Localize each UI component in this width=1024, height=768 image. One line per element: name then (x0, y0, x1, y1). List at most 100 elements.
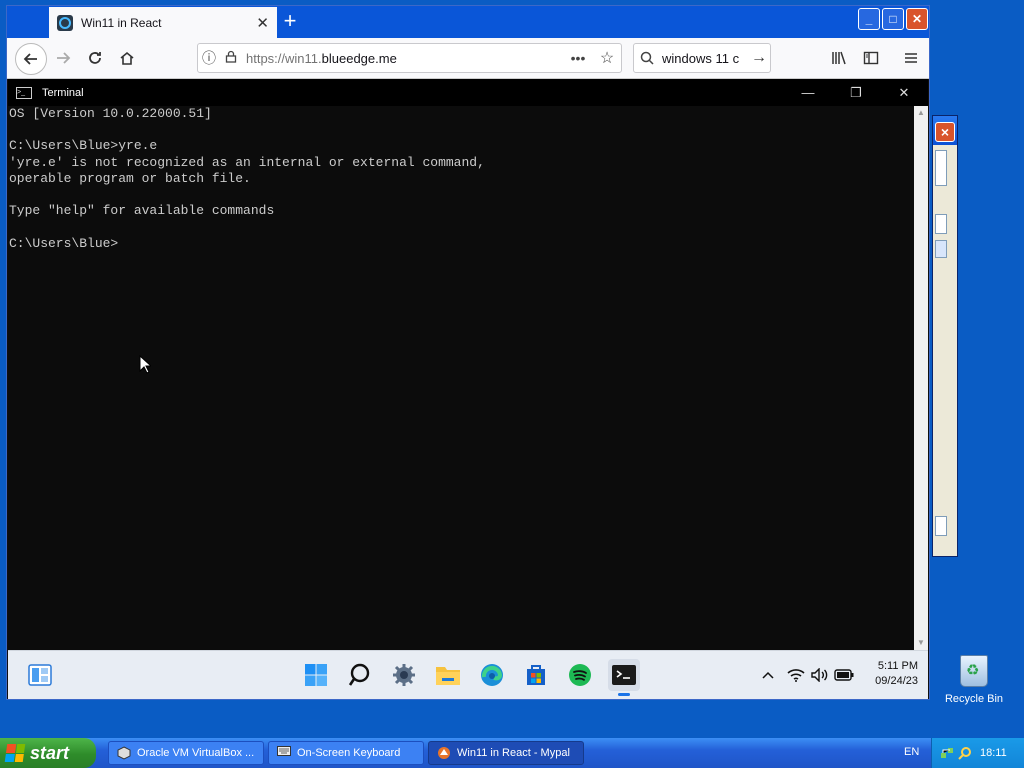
terminal-close-button[interactable]: ✕ (884, 79, 924, 106)
background-window-field[interactable] (935, 516, 947, 536)
taskbar-item-label: On-Screen Keyboard (297, 747, 401, 759)
language-indicator[interactable]: EN (904, 746, 919, 758)
background-window-titlebar: × (933, 116, 957, 145)
win11-date: 09/24/23 (875, 675, 918, 687)
mypal-browser-icon (437, 746, 451, 760)
win11-time: 5:11 PM (877, 660, 918, 672)
minimize-button[interactable]: _ (858, 8, 880, 30)
terminal-line: OS [Version 10.0.22000.51] (9, 106, 212, 121)
spotify-icon[interactable] (564, 659, 596, 691)
search-go-arrow-icon[interactable]: → (748, 49, 770, 67)
terminal-line: 'yre.e' is not recognized as an internal… (9, 154, 485, 170)
lock-icon[interactable] (220, 50, 242, 66)
search-icon[interactable] (344, 659, 376, 691)
window-controls: _ □ ✕ (857, 6, 929, 32)
virtualbox-icon (117, 746, 131, 760)
microsoft-store-icon[interactable] (520, 659, 552, 691)
arrow-right-icon (57, 52, 71, 64)
scroll-down-arrow-icon[interactable]: ▼ (914, 636, 928, 650)
start-windows-icon[interactable] (300, 659, 332, 691)
reload-icon (89, 52, 101, 64)
background-window-select[interactable] (935, 240, 947, 258)
settings-gear-icon[interactable] (388, 659, 420, 691)
search-text[interactable]: windows 11 c (662, 51, 748, 66)
tab-title: Win11 in React (81, 15, 162, 30)
battery-icon[interactable] (828, 659, 860, 691)
browser-tab[interactable]: Win11 in React ✕ (49, 7, 277, 38)
terminal-app-icon[interactable] (608, 659, 640, 696)
page-actions-menu-icon[interactable]: ••• (563, 50, 593, 66)
taskbar-item-label: Win11 in React - Mypal (457, 747, 570, 759)
browser-window: Win11 in React ✕ + _ □ ✕ ⓘ https://win11… (6, 5, 930, 700)
background-window-close-button[interactable]: × (935, 122, 955, 142)
win11-clock[interactable]: 5:11 PM 09/24/23 (875, 659, 918, 689)
url-text[interactable]: https://win11.blueedge.me (246, 51, 563, 66)
home-icon (120, 51, 134, 65)
terminal-restore-button[interactable]: ❐ (836, 79, 876, 106)
close-window-button[interactable]: ✕ (906, 8, 928, 30)
url-domain: blueedge.me (321, 50, 397, 66)
maximize-button[interactable]: □ (882, 8, 904, 30)
system-tray: 18:11 (931, 738, 1024, 768)
xp-clock[interactable]: 18:11 (980, 747, 1007, 759)
hamburger-menu-icon (905, 53, 917, 63)
arrow-left-icon (23, 53, 37, 65)
search-icon (640, 51, 654, 65)
terminal-line: C:\Users\Blue>yre.e (9, 138, 158, 154)
terminal-output[interactable]: OS [Version 10.0.22000.51] C:\Users\Blue… (9, 106, 913, 650)
tab-close-button[interactable]: ✕ (256, 14, 269, 32)
recycle-bin-label: Recycle Bin (944, 693, 1004, 705)
terminal-scrollbar[interactable]: ▲ ▼ (914, 106, 928, 650)
recycle-bin[interactable]: Recycle Bin (943, 655, 1005, 705)
search-bar[interactable]: windows 11 c → (633, 43, 771, 73)
address-bar[interactable]: ⓘ https://win11.blueedge.me ••• ☆ (197, 43, 622, 73)
terminal-icon: >_ (16, 86, 32, 99)
browser-tab-bar: Win11 in React ✕ + _ □ ✕ (7, 6, 929, 38)
file-explorer-folder-icon[interactable] (432, 659, 464, 691)
background-window: × (932, 115, 958, 557)
info-icon[interactable]: ⓘ (198, 48, 220, 68)
background-window-field[interactable] (935, 214, 947, 234)
start-label: start (30, 742, 70, 763)
browser-toolbar: ⓘ https://win11.blueedge.me ••• ☆ window… (7, 38, 929, 79)
taskbar-item-mypal[interactable]: Win11 in React - Mypal (428, 741, 584, 765)
forward-button[interactable] (49, 44, 77, 72)
url-prefix: https://win11. (246, 50, 322, 66)
windows-flag-icon (4, 744, 26, 762)
start-button[interactable]: start (0, 738, 96, 768)
taskbar-item-on-screen-keyboard[interactable]: On-Screen Keyboard (268, 741, 424, 765)
scroll-up-arrow-icon[interactable]: ▲ (914, 106, 928, 120)
terminal-titlebar: >_ Terminal — ❐ ✕ (8, 79, 928, 106)
sidebar-button[interactable] (857, 44, 885, 72)
xp-taskbar: start Oracle VM VirtualBox ... On-Screen… (0, 738, 1024, 768)
terminal-prompt[interactable]: C:\Users\Blue> (9, 236, 913, 252)
edge-browser-icon[interactable] (476, 659, 508, 691)
back-button[interactable] (15, 43, 47, 75)
home-button[interactable] (113, 44, 141, 72)
active-app-indicator (618, 693, 630, 696)
reload-button[interactable] (81, 44, 109, 72)
magnifier-icon[interactable] (958, 746, 972, 760)
sidebar-icon (863, 51, 879, 65)
terminal-title: Terminal (42, 86, 84, 99)
terminal-minimize-button[interactable]: — (788, 79, 828, 106)
taskbar-item-label: Oracle VM VirtualBox ... (137, 747, 255, 759)
background-window-field[interactable] (935, 150, 947, 186)
mouse-cursor-icon (139, 355, 151, 374)
taskbar-item-virtualbox[interactable]: Oracle VM VirtualBox ... (108, 741, 264, 765)
menu-button[interactable] (897, 44, 925, 72)
library-icon (832, 51, 846, 65)
win11-taskbar: 5:11 PM 09/24/23 (8, 650, 928, 699)
terminal-line: Type "help" for available commands (9, 203, 275, 219)
terminal-window: >_ Terminal — ❐ ✕ OS [Version 10.0.22000… (8, 79, 928, 650)
network-icon[interactable] (940, 746, 954, 760)
widgets-icon[interactable] (24, 659, 56, 691)
keyboard-icon (277, 746, 291, 760)
terminal-line: operable program or batch file. (9, 170, 251, 186)
library-button[interactable] (825, 44, 853, 72)
new-tab-button[interactable]: + (279, 10, 301, 32)
bookmark-star-icon[interactable]: ☆ (593, 48, 621, 68)
